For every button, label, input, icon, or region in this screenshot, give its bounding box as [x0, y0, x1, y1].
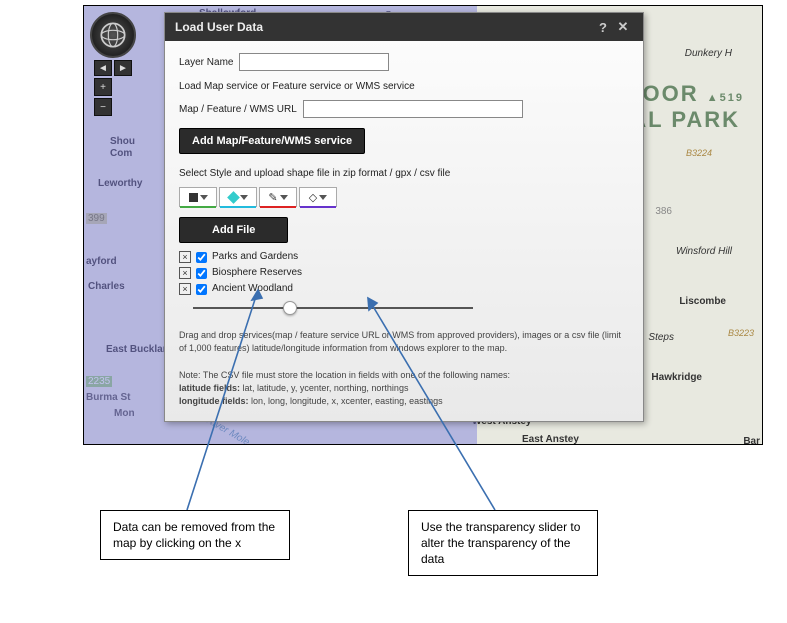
pencil-icon: ✎ [268, 191, 277, 204]
style-fill-swatch[interactable] [179, 187, 217, 207]
callout-remove: Data can be removed from the map by clic… [100, 510, 290, 560]
layer-visibility-checkbox[interactable] [196, 252, 207, 263]
load-user-data-dialog: Load User Data ? ✕ Layer Name Load Map s… [164, 12, 644, 422]
service-url-input[interactable] [303, 100, 523, 118]
layer-list: × Parks and Gardens × Biosphere Reserves… [179, 249, 629, 297]
style-draw-swatch[interactable]: ✎ [259, 187, 297, 207]
place-label: Bar [743, 436, 760, 445]
zoom-out-button[interactable]: − [94, 98, 112, 116]
remove-layer-button[interactable]: × [179, 283, 191, 295]
style-point-swatch[interactable] [219, 187, 257, 207]
layer-visibility-checkbox[interactable] [196, 284, 207, 295]
layer-name-input[interactable] [239, 53, 389, 71]
layer-label: Parks and Gardens [212, 249, 298, 265]
place-label: Winsford Hill [676, 246, 732, 257]
eraser-icon: ◇ [309, 191, 317, 204]
place-label: Hawkridge [651, 372, 702, 383]
remove-layer-button[interactable]: × [179, 251, 191, 263]
remove-layer-button[interactable]: × [179, 267, 191, 279]
style-helper-text: Select Style and upload shape file in zi… [179, 168, 629, 179]
place-label: Steps [648, 332, 674, 343]
layer-item: × Ancient Woodland [179, 281, 629, 297]
place-label: East Anstey [522, 434, 579, 445]
dialog-titlebar[interactable]: Load User Data ? ✕ [165, 13, 643, 41]
spot-height: 386 [655, 206, 672, 217]
globe-icon [99, 21, 127, 49]
service-url-label: Map / Feature / WMS URL [179, 104, 297, 115]
slider-thumb[interactable] [283, 301, 297, 315]
drag-drop-note: Drag and drop services(map / feature ser… [179, 329, 629, 355]
layer-label: Ancient Woodland [212, 281, 293, 297]
service-helper-text: Load Map service or Feature service or W… [179, 81, 629, 92]
compass-control[interactable] [90, 12, 136, 58]
map-viewport[interactable]: MOOR ▲519 IAL PARK Common Shallowford Du… [83, 5, 763, 445]
layer-label: Biosphere Reserves [212, 265, 302, 281]
add-service-button[interactable]: Add Map/Feature/WMS service [179, 128, 365, 154]
road-label: B3224 [686, 148, 712, 158]
zoom-in-button[interactable]: + [94, 78, 112, 96]
layer-name-label: Layer Name [179, 57, 233, 68]
road-label: B3223 [728, 328, 754, 338]
add-file-button[interactable]: Add File [179, 217, 288, 243]
close-button[interactable]: ✕ [613, 19, 633, 35]
layer-visibility-checkbox[interactable] [196, 268, 207, 279]
place-label: Dunkery H [685, 48, 732, 59]
map-next-extent-button[interactable]: ► [114, 60, 132, 76]
style-erase-swatch[interactable]: ◇ [299, 187, 337, 207]
style-picker: ✎ ◇ [179, 187, 629, 207]
layer-item: × Parks and Gardens [179, 249, 629, 265]
layer-item: × Biosphere Reserves [179, 265, 629, 281]
place-label: Liscombe [679, 296, 726, 307]
help-button[interactable]: ? [593, 20, 613, 35]
map-prev-extent-button[interactable]: ◄ [94, 60, 112, 76]
slider-track [193, 307, 473, 309]
dialog-title: Load User Data [175, 20, 263, 34]
csv-note: Note: The CSV file must store the locati… [179, 369, 629, 408]
callout-slider: Use the transparency slider to alter the… [408, 510, 598, 576]
transparency-slider[interactable] [193, 301, 473, 315]
